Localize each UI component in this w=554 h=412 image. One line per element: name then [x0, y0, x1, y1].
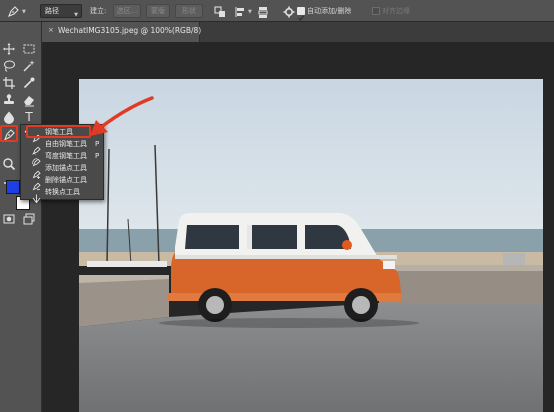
align-edges-checkbox[interactable]	[372, 7, 380, 15]
document-tab[interactable]: × WechatIMG3105.jpeg @ 100%(RGB/8)	[42, 22, 202, 42]
zoom-tool-icon[interactable]	[2, 157, 16, 171]
marquee-tool-icon[interactable]	[22, 42, 36, 56]
mode-select[interactable]: 路径 ▼	[40, 4, 82, 18]
sailboat-hulls	[87, 261, 167, 267]
flyout-item-shortcut: P	[95, 152, 100, 160]
align-edges-label: 对齐边缘	[382, 7, 410, 15]
gear-icon[interactable]	[282, 4, 296, 23]
wall-cap	[379, 265, 543, 271]
auto-add-delete-checkbox[interactable]	[297, 7, 305, 22]
flyout-item-label: 添加锚点工具	[45, 164, 87, 172]
auto-add-delete-label: 自动添加/删除	[307, 7, 352, 15]
flyout-item-convert-point[interactable]: 转换点工具	[21, 186, 103, 204]
checkmark-icon	[298, 15, 305, 22]
blur-tool-icon[interactable]	[2, 110, 16, 124]
annotation-arrow-icon	[90, 96, 154, 136]
options-bar: ▼ 路径 ▼ 建立: 选区... 蒙版 形状 ▼ 自动添加/删除 对齐边缘	[0, 0, 554, 22]
lasso-tool-icon[interactable]	[2, 59, 16, 73]
flyout-item-label: 转换点工具	[45, 188, 80, 196]
preset-chevron-down-icon[interactable]: ▼	[22, 9, 26, 15]
flyout-item-label: 弯度钢笔工具	[45, 152, 87, 160]
make-selection-button[interactable]: 选区...	[113, 4, 141, 18]
flyout-item-delete-anchor[interactable]: 删除锚点工具	[21, 174, 103, 191]
type-tool-icon[interactable]: T	[22, 110, 36, 124]
path-arrangement-icon[interactable]	[256, 4, 270, 23]
document-tab-title: WechatIMG3105.jpeg @ 100%(RGB/8)	[58, 26, 202, 35]
build-label: 建立:	[90, 7, 107, 15]
van-shadow	[159, 318, 419, 328]
eraser-tool-icon[interactable]	[22, 93, 36, 107]
mode-select-value: 路径	[45, 7, 59, 15]
freeform-pen-icon	[32, 140, 41, 155]
make-mask-button[interactable]: 蒙版	[146, 4, 170, 18]
magic-wand-icon[interactable]	[22, 59, 36, 73]
selected-tool-highlight	[0, 125, 18, 142]
chevron-down-icon: ▼	[74, 12, 78, 18]
make-shape-button[interactable]: 形状	[175, 4, 203, 18]
crop-tool-icon[interactable]	[2, 76, 16, 90]
flyout-item-curvature-pen[interactable]: 弯度钢笔工具 P	[21, 150, 103, 167]
close-tab-icon[interactable]: ×	[48, 26, 54, 34]
convert-point-icon	[32, 188, 41, 204]
add-anchor-icon	[32, 164, 41, 179]
screen-mode-icon[interactable]	[22, 212, 36, 226]
move-tool-icon[interactable]	[2, 42, 16, 56]
flyout-item-label: 自由钢笔工具	[45, 140, 87, 148]
eyedropper-icon[interactable]	[22, 76, 36, 90]
path-operations-icon[interactable]	[213, 4, 227, 23]
pen-tool-preset-icon[interactable]	[6, 4, 20, 23]
photoshop-window: ▼ 路径 ▼ 建立: 选区... 蒙版 形状 ▼ 自动添加/删除 对齐边缘 × W…	[0, 0, 554, 412]
tools-panel: T	[0, 22, 42, 412]
flyout-item-add-anchor[interactable]: 添加锚点工具	[21, 162, 103, 179]
delete-anchor-icon	[32, 176, 41, 191]
quick-mask-icon[interactable]	[2, 212, 16, 226]
stamp-tool-icon[interactable]	[2, 93, 16, 107]
flyout-item-label: 删除锚点工具	[45, 176, 87, 184]
foreground-color-swatch[interactable]	[6, 180, 20, 194]
path-alignment-icon[interactable]	[234, 4, 248, 23]
annotation-highlight-box	[26, 125, 91, 138]
document-tab-bar: × WechatIMG3105.jpeg @ 100%(RGB/8)	[42, 22, 554, 42]
curvature-pen-icon	[32, 152, 41, 167]
stone-wall-right	[379, 269, 543, 303]
alignment-chevron-icon: ▼	[248, 9, 252, 15]
